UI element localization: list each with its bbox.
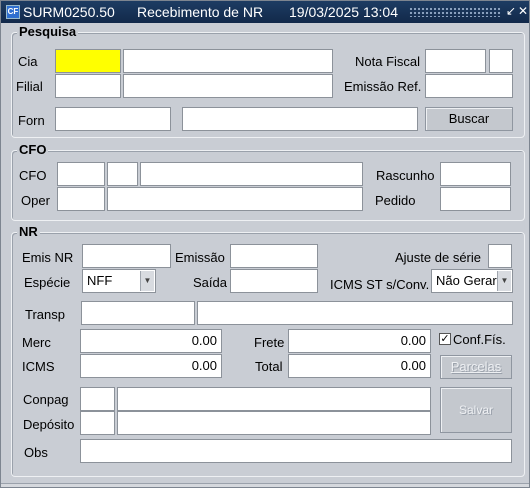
emis-nr-field[interactable] [82, 244, 171, 268]
deposito-label: Depósito [23, 417, 75, 432]
oper-label: Oper [21, 193, 50, 208]
pedido-label: Pedido [375, 193, 416, 208]
cia-name-field[interactable] [123, 49, 333, 73]
form-code: SURM0250.50 [23, 4, 115, 20]
especie-label: Espécie [24, 275, 71, 290]
chevron-down-icon[interactable]: ▼ [140, 271, 154, 291]
pedido-field[interactable] [440, 187, 511, 211]
title-bar: CF SURM0250.50 Recebimento de NR 19/03/2… [1, 1, 529, 23]
nota-fiscal-serie-field[interactable] [489, 49, 513, 73]
nr-title: NR [17, 224, 40, 239]
cfo-description-field[interactable] [140, 162, 363, 186]
cia-field[interactable] [55, 49, 121, 73]
conpag-field[interactable] [80, 387, 115, 411]
nota-fiscal-field[interactable] [425, 49, 486, 73]
obs-label: Obs [24, 445, 48, 460]
emissao-ref-label: Emissão Ref. [344, 79, 422, 94]
form-icon: CF [6, 5, 20, 19]
cfo-seq-field[interactable] [107, 162, 138, 186]
datetime: 19/03/2025 13:04 [289, 4, 398, 20]
forn-label: Forn [18, 113, 45, 128]
ajuste-serie-field[interactable] [488, 244, 512, 268]
emissao-field[interactable] [230, 244, 318, 268]
icms-st-label: ICMS ST s/Conv. [330, 277, 430, 292]
frete-label: Frete [254, 335, 285, 350]
emissao-label: Emissão [175, 250, 225, 265]
filial-field[interactable] [55, 74, 121, 98]
conf-fis-label: Conf.Fís. [453, 332, 506, 347]
icms-field[interactable]: 0.00 [80, 354, 222, 378]
deposito-description-field[interactable] [117, 411, 431, 435]
ajuste-serie-label: Ajuste de série [395, 250, 481, 265]
conpag-description-field[interactable] [117, 387, 431, 411]
saida-label: Saída [193, 275, 227, 290]
close-icon[interactable]: ✕ [518, 4, 528, 18]
pesquisa-title: Pesquisa [17, 24, 79, 39]
cfo-field[interactable] [57, 162, 105, 186]
merc-label: Merc [22, 335, 51, 350]
parcelas-button[interactable]: Parcelas [440, 355, 512, 379]
filial-name-field[interactable] [123, 74, 333, 98]
nota-fiscal-label: Nota Fiscal [355, 54, 421, 69]
total-field[interactable]: 0.00 [288, 354, 431, 378]
especie-value: NFF [87, 273, 113, 288]
saida-field[interactable] [230, 269, 318, 293]
icms-st-select[interactable]: Não Gerar ▼ [431, 269, 513, 293]
oper-field[interactable] [57, 187, 105, 211]
cfo-title: CFO [17, 142, 49, 157]
rascunho-field[interactable] [440, 162, 511, 186]
forn-name-field[interactable] [182, 107, 418, 131]
chevron-down-icon[interactable]: ▼ [497, 271, 511, 291]
transp-field[interactable] [81, 301, 195, 325]
emissao-ref-field[interactable] [425, 74, 513, 98]
window-title: Recebimento de NR [137, 4, 264, 20]
filial-label: Filial [16, 79, 43, 94]
transp-label: Transp [25, 307, 65, 322]
form-window: CF SURM0250.50 Recebimento de NR 19/03/2… [0, 0, 530, 488]
buscar-button[interactable]: Buscar [425, 107, 513, 131]
bottom-status-bar [1, 483, 529, 487]
obs-field[interactable] [80, 439, 512, 463]
forn-field[interactable] [55, 107, 171, 131]
frete-field[interactable]: 0.00 [288, 329, 431, 353]
total-label: Total [255, 359, 283, 374]
merc-field[interactable]: 0.00 [80, 329, 222, 353]
deposito-field[interactable] [80, 411, 115, 435]
cfo-label: CFO [19, 168, 47, 183]
icms-st-value: Não Gerar [436, 273, 497, 288]
drag-grip[interactable] [409, 7, 501, 17]
especie-select[interactable]: NFF ▼ [82, 269, 156, 293]
rascunho-label: Rascunho [376, 168, 435, 183]
minimize-icon[interactable]: ↙ [506, 4, 516, 18]
transp-name-field[interactable] [197, 301, 513, 325]
icms-label: ICMS [22, 359, 55, 374]
conpag-label: Conpag [23, 392, 69, 407]
cia-label: Cia [18, 54, 38, 69]
oper-description-field[interactable] [107, 187, 363, 211]
emis-nr-label: Emis NR [22, 250, 74, 265]
conf-fis-checkbox[interactable]: ✓ [439, 333, 451, 345]
salvar-button[interactable]: Salvar [440, 387, 512, 433]
